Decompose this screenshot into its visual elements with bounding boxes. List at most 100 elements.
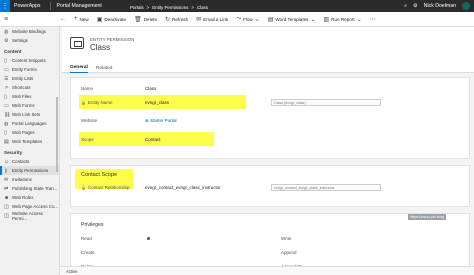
sidebar-item-label: Content Snippets	[12, 58, 46, 63]
word-templates-button[interactable]: ▤ Word Templates ⌄	[264, 16, 320, 23]
refresh-button[interactable]: ↻ Refresh	[161, 16, 192, 23]
waffle-icon[interactable]: ⋮	[0, 0, 10, 12]
sidebar-item-label: Web Templates	[12, 139, 43, 144]
sidebar-item-website-bindings[interactable]: ◍ Website Bindings	[0, 27, 59, 36]
lock-icon: 🔒	[81, 100, 86, 105]
sidebar-item-web-link-sets[interactable]: ⛓ Web Link Sets	[0, 110, 59, 119]
back-button[interactable]: ←	[56, 16, 70, 22]
report-icon: ▥	[323, 16, 330, 23]
app-name[interactable]: Portal Management	[55, 3, 102, 9]
new-button[interactable]: + New	[70, 16, 93, 22]
sidebar-item-label: Shortcuts	[12, 85, 31, 90]
sidebar-item-invitations[interactable]: ✉ Invitations	[0, 175, 59, 184]
name-label: Name	[81, 86, 94, 91]
brand-label[interactable]: PowerApps	[10, 3, 46, 9]
entity-name-label: Entity Name	[87, 100, 113, 105]
sidebar-item-contacts[interactable]: ☺ Contacts	[0, 157, 59, 166]
sidebar: ◍ Website Bindings ⚙ Settings Content ▯ Con…	[0, 27, 60, 275]
entity-type-label: ENTITY PERMISSION	[90, 37, 135, 42]
relationship-label-wrap: 🔒 Contact Relationship	[81, 185, 141, 190]
flow-button[interactable]: ⤳ Flow ⌄	[232, 16, 264, 23]
website-value: Starter Portal	[150, 117, 177, 123]
sidebar-item-publishing-state[interactable]: ⇄ Publishing State Tran...	[0, 184, 59, 193]
website-link[interactable]: ⊕ Starter Portal	[145, 118, 177, 124]
sidebar-scrollbar[interactable]	[56, 97, 58, 172]
sidebar-item-web-forms[interactable]: ▭ Web Forms	[0, 101, 59, 110]
website-label: Website	[81, 118, 98, 123]
email-label: Email a Link	[203, 16, 229, 22]
sidebar-item-web-templates[interactable]: ▤ Web Templates	[0, 137, 59, 146]
entity-name-dropdown[interactable]: Class (evngr_class)	[271, 99, 381, 106]
sidebar-item-label: Web Pages	[12, 130, 35, 135]
flow-label: Flow	[243, 16, 253, 22]
workflow-icon: ⇄	[4, 185, 9, 192]
sidebar-item-label: Website Bindings	[12, 29, 46, 34]
sidebar-item-entity-forms[interactable]: ▭ Entity Forms	[0, 65, 59, 74]
user-name[interactable]: Nick Doelman	[424, 3, 456, 9]
sidebar-heading-security: Security	[4, 150, 23, 155]
form-tabs: General Related	[62, 63, 474, 73]
sidebar-item-label: Contacts	[12, 159, 30, 164]
status-text: Active	[66, 268, 78, 274]
word-templates-label: Word Templates	[275, 16, 309, 22]
sidebar-item-web-pages[interactable]: ▯ Web Pages	[0, 128, 59, 137]
scope-select[interactable]: Contact	[145, 137, 161, 142]
breadcrumb-portals[interactable]: Portals	[130, 5, 144, 10]
hamburger-icon[interactable]: ≡	[0, 16, 56, 23]
contact-relationship-dropdown[interactable]: evngr_contact_evngr_class_instructor	[271, 184, 381, 191]
sidebar-item-label: Entity Lists	[12, 76, 34, 81]
name-input[interactable]: Class	[145, 86, 156, 91]
entity-permission-icon	[70, 37, 84, 49]
gear-icon[interactable]: ⚙	[413, 3, 418, 9]
sidebar-item-shortcuts[interactable]: ↗ Shortcuts	[0, 83, 59, 92]
new-label: New	[79, 16, 89, 22]
globe-icon: ◍	[4, 28, 9, 35]
sidebar-item-entity-permissions[interactable]: ⚷ Entity Permissions	[0, 166, 59, 175]
tab-related[interactable]: Related	[96, 63, 113, 73]
delete-icon: 🗑	[134, 16, 142, 23]
scope-label: Scope	[81, 137, 94, 142]
link-icon: ⛓	[4, 111, 11, 118]
avatar[interactable]	[462, 2, 470, 10]
field-entity-name: 🔒 Entity Name evngr_class Class (evngr_cl…	[71, 97, 471, 108]
field-name: Name Class	[71, 83, 471, 94]
sidebar-item-entity-lists[interactable]: ☰ Entity Lists	[0, 74, 59, 83]
divider	[49, 2, 51, 10]
deactivate-button[interactable]: ▣ Deactivate	[93, 16, 130, 23]
gear-icon: ⚙	[4, 37, 9, 44]
chevron-down-icon: ⌄	[310, 16, 316, 23]
field-contact-relationship: 🔒 Contact Relationship evngr_contact_evng…	[71, 182, 471, 193]
email-link-button[interactable]: ✉ Email a Link	[192, 16, 232, 23]
breadcrumb-entity-permissions[interactable]: Entity Permissions	[152, 5, 188, 10]
sidebar-item-web-roles[interactable]: ☻ Web Roles	[0, 193, 59, 202]
sidebar-item-web-files[interactable]: ▯ Web Files	[0, 92, 59, 101]
sidebar-item-label: Web Page Access Co...	[12, 204, 59, 209]
email-icon: ✉	[196, 16, 202, 23]
sidebar-item-label: Entity Permissions	[12, 168, 49, 173]
role-icon: ☻	[4, 194, 10, 201]
entity-name-input[interactable]: evngr_class	[145, 100, 169, 105]
sidebar-item-website-access[interactable]: ◫ Website Access Permi...	[0, 211, 59, 221]
privilege-read-checkbox[interactable]	[147, 237, 150, 240]
more-commands-button[interactable]: ⋯	[366, 16, 380, 23]
sidebar-item-content-snippets[interactable]: ▯ Content Snippets	[0, 56, 59, 65]
shortcut-icon: ↗	[4, 84, 9, 91]
search-icon[interactable]: ⌕	[404, 3, 407, 10]
word-icon: ▤	[267, 16, 274, 23]
sidebar-item-label: Entity Forms	[12, 67, 37, 72]
breadcrumb-separator: >	[191, 5, 194, 10]
doc-icon: ▯	[4, 57, 7, 64]
sidebar-item-label: Invitations	[12, 177, 32, 182]
list-icon: ☰	[4, 75, 9, 82]
record-title: Class	[90, 43, 111, 52]
sidebar-item-label: Web Roles	[12, 195, 34, 200]
delete-button[interactable]: 🗑 Delete	[130, 16, 161, 23]
sidebar-item-portal-languages[interactable]: ◍ Portal Languages	[0, 119, 59, 128]
field-website: Website ⊕ Starter Portal	[71, 115, 471, 126]
run-report-button[interactable]: ▥ Run Report ⌄	[319, 16, 365, 23]
tab-general[interactable]: General	[70, 63, 88, 73]
contact-relationship-input[interactable]: evngr_contact_evngr_class_instructor	[145, 185, 221, 190]
chevron-down-icon: ⌄	[356, 16, 362, 23]
sidebar-item-settings[interactable]: ⚙ Settings	[0, 36, 59, 45]
form-icon: ▭	[4, 102, 9, 109]
